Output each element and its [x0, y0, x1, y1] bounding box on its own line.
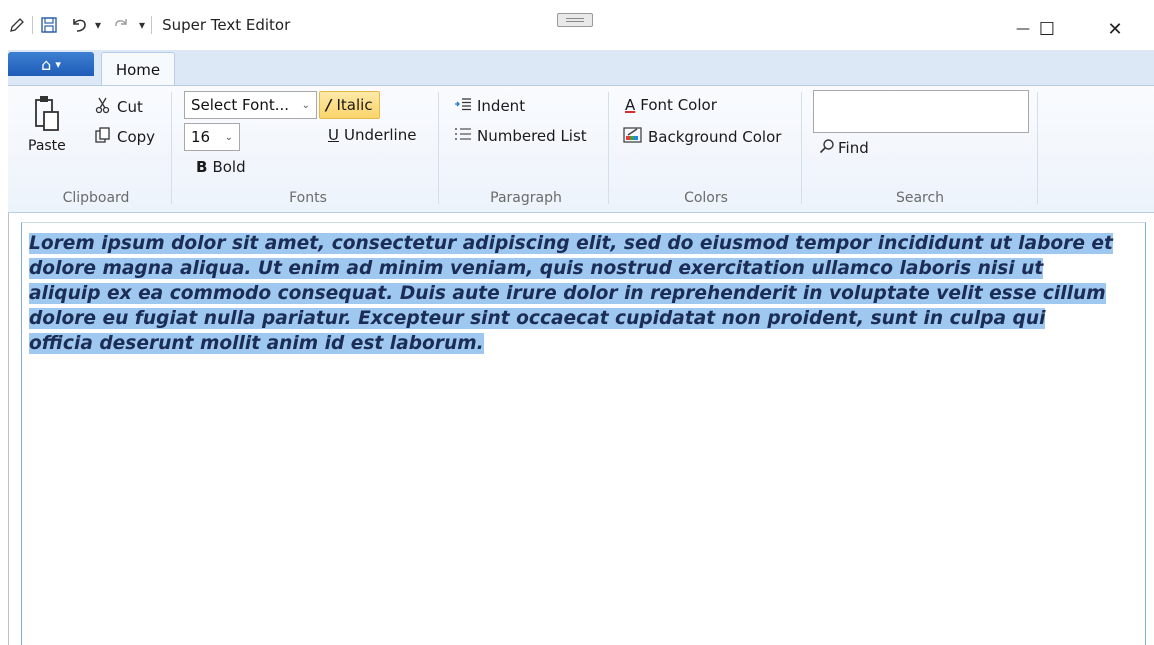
- undo-icon[interactable]: [69, 13, 91, 37]
- copy-icon: [94, 126, 112, 148]
- underline-button[interactable]: U Underline: [328, 126, 416, 144]
- ribbon: Paste Cut Copy Clipboard Select Font... …: [8, 85, 1154, 213]
- bold-button[interactable]: B Bold: [196, 158, 246, 176]
- qat-separator: [32, 16, 33, 34]
- text-line: aliquip ex ea commodo consequat. Duis au…: [29, 283, 1106, 304]
- app-menu-button[interactable]: ⌂ ▾: [8, 52, 94, 76]
- home-icon: ⌂: [41, 54, 52, 74]
- underline-icon: U: [328, 126, 339, 144]
- tab-home[interactable]: Home: [101, 52, 175, 86]
- text-line: officia deserunt mollit anim id est labo…: [29, 333, 484, 354]
- window-title: Super Text Editor: [162, 16, 291, 34]
- group-separator: [801, 92, 802, 204]
- chevron-down-icon: ⌄: [224, 131, 233, 143]
- font-select[interactable]: Select Font... ⌄: [184, 91, 317, 119]
- search-icon: [819, 138, 835, 158]
- font-select-value: Select Font...: [191, 96, 290, 114]
- scissors-icon: [94, 96, 112, 118]
- text-editor[interactable]: Lorem ipsum dolor sit amet, consectetur …: [21, 222, 1146, 645]
- indent-icon: [454, 96, 472, 116]
- italic-label: Italic: [336, 96, 373, 114]
- font-color-button[interactable]: A Font Color: [625, 96, 717, 114]
- customize-qat-icon[interactable]: ▾: [139, 13, 145, 37]
- numbered-list-button[interactable]: Numbered List: [454, 126, 587, 146]
- search-input[interactable]: [813, 90, 1029, 133]
- text-line: dolore magna aliqua. Ut enim ad minim ve…: [29, 258, 1044, 279]
- close-button[interactable]: ✕: [1092, 14, 1138, 44]
- font-color-label: Font Color: [640, 96, 717, 114]
- redo-icon[interactable]: [111, 13, 131, 37]
- tab-home-label: Home: [115, 60, 161, 79]
- undo-dropdown-icon[interactable]: ▾: [95, 13, 101, 37]
- editor-content[interactable]: Lorem ipsum dolor sit amet, consectetur …: [29, 231, 1139, 356]
- group-label-clipboard: Clipboard: [62, 190, 130, 206]
- paste-button[interactable]: Paste: [28, 94, 66, 154]
- edit-icon[interactable]: [8, 13, 26, 37]
- text-line: dolore eu fugiat nulla pariatur. Excepte…: [29, 308, 1046, 329]
- title-bar: ▾ ▾ Super Text Editor — ☐ ✕: [0, 0, 1154, 50]
- bold-icon: B: [196, 158, 208, 176]
- close-icon: ✕: [1107, 18, 1123, 40]
- paste-icon: [33, 94, 61, 136]
- quick-access-toolbar: ▾ ▾ Super Text Editor: [8, 12, 290, 38]
- group-label-colors: Colors: [684, 190, 728, 206]
- save-icon[interactable]: [39, 13, 59, 37]
- maximize-icon: ☐: [1038, 18, 1056, 40]
- group-separator: [1037, 92, 1038, 204]
- chevron-down-icon: ▾: [55, 57, 61, 71]
- copy-button[interactable]: Copy: [94, 126, 155, 148]
- group-separator: [438, 92, 439, 204]
- italic-icon: /: [326, 96, 332, 114]
- italic-button[interactable]: / Italic: [319, 91, 380, 119]
- cut-label: Cut: [117, 98, 143, 116]
- numbered-list-icon: [454, 126, 472, 146]
- paste-label: Paste: [28, 138, 66, 154]
- font-size-value: 16: [191, 128, 211, 146]
- maximize-button[interactable]: ☐: [1024, 14, 1070, 44]
- text-line: Lorem ipsum dolor sit amet, consectetur …: [29, 233, 1113, 254]
- background-color-label: Background Color: [648, 128, 782, 146]
- window-left-border: [8, 213, 9, 645]
- background-color-icon: [623, 126, 643, 148]
- group-separator: [608, 92, 609, 204]
- qat-separator: [151, 16, 153, 34]
- copy-label: Copy: [117, 128, 156, 146]
- indent-label: Indent: [477, 97, 526, 115]
- find-label: Find: [838, 139, 869, 157]
- underline-label: Underline: [343, 126, 417, 144]
- ribbon-tab-strip: [8, 50, 1154, 86]
- background-color-button[interactable]: Background Color: [623, 126, 781, 148]
- cut-button[interactable]: Cut: [94, 96, 143, 118]
- font-size-select[interactable]: 16 ⌄: [184, 123, 240, 151]
- font-color-icon: A: [625, 96, 636, 114]
- find-button[interactable]: Find: [819, 138, 869, 158]
- group-separator: [171, 92, 172, 204]
- group-label-search: Search: [895, 190, 945, 206]
- bold-label: Bold: [212, 158, 246, 176]
- numbered-list-label: Numbered List: [477, 127, 587, 145]
- chevron-down-icon: ⌄: [301, 99, 310, 111]
- group-label-paragraph: Paragraph: [490, 190, 562, 206]
- drag-grip[interactable]: [557, 13, 593, 27]
- indent-button[interactable]: Indent: [454, 96, 525, 116]
- group-label-fonts: Fonts: [289, 190, 327, 206]
